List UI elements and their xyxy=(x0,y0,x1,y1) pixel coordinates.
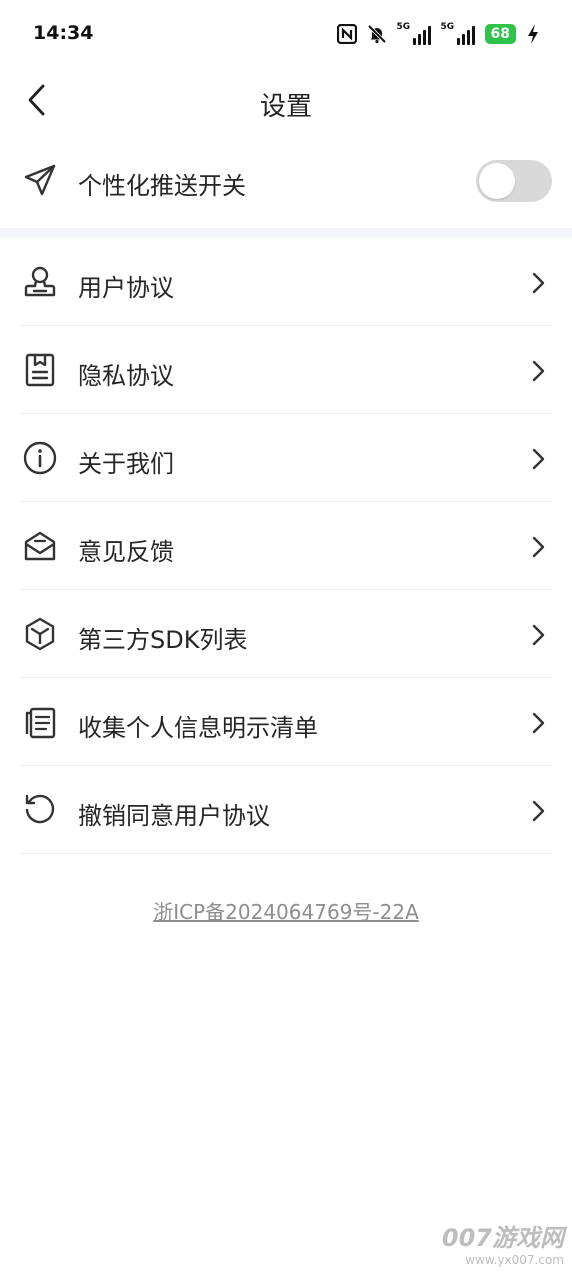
push-toggle-label: 个性化推送开关 xyxy=(78,172,246,200)
menu-item-label: 收集个人信息明示清单 xyxy=(78,714,318,742)
feedback-mail-icon xyxy=(24,531,56,561)
charging-icon xyxy=(528,24,538,44)
chevron-right-icon xyxy=(532,624,545,646)
page-title: 设置 xyxy=(259,92,312,122)
chevron-right-icon xyxy=(532,448,545,470)
icp-link[interactable]: 浙ICP备2024064769号-22A xyxy=(0,896,572,925)
menu-item-label: 隐私协议 xyxy=(78,362,174,390)
signal-icon: 5G xyxy=(440,22,475,45)
menu-item-label: 意见反馈 xyxy=(78,538,174,566)
watermark-brand: 007游戏网 xyxy=(441,1224,564,1252)
user-agreement-icon xyxy=(24,266,56,297)
menu-item-label: 关于我们 xyxy=(78,450,174,478)
status-time: 14:34 xyxy=(33,22,94,44)
menu-item-label: 撤销同意用户协议 xyxy=(78,802,270,830)
signal-icon: 5G xyxy=(396,22,431,45)
revoke-icon xyxy=(25,794,55,824)
status-icons: 5G 5G 68 xyxy=(336,20,540,48)
chevron-right-icon xyxy=(532,712,545,734)
header: 设置 xyxy=(0,68,572,134)
battery-icon: 68 xyxy=(484,24,516,44)
cube-icon xyxy=(25,617,55,651)
menu-item-privacy-agreement[interactable]: 隐私协议 xyxy=(0,326,572,414)
signal-tag: 5G xyxy=(396,22,411,32)
toggle-knob xyxy=(479,163,515,199)
signal-tag: 5G xyxy=(440,22,455,32)
paper-plane-icon xyxy=(24,164,56,196)
menu-item-third-party-sdk[interactable]: 第三方SDK列表 xyxy=(0,590,572,678)
push-toggle-row: 个性化推送开关 xyxy=(0,140,572,224)
menu-item-label: 第三方SDK列表 xyxy=(78,626,248,654)
settings-menu: 用户协议 隐私协议 关于我们 意见反馈 第三方SDK列表 收集个人信息明示清单 … xyxy=(0,238,572,854)
privacy-document-icon xyxy=(25,353,55,387)
document-list-icon xyxy=(25,707,56,739)
push-toggle-switch[interactable] xyxy=(476,160,552,202)
menu-item-feedback[interactable]: 意见反馈 xyxy=(0,502,572,590)
chevron-right-icon xyxy=(532,360,545,382)
chevron-right-icon xyxy=(532,800,545,822)
info-icon xyxy=(23,441,57,475)
menu-item-label: 用户协议 xyxy=(78,274,174,302)
chevron-right-icon xyxy=(532,272,545,294)
section-divider xyxy=(0,228,572,238)
menu-item-user-agreement[interactable]: 用户协议 xyxy=(0,238,572,326)
watermark: 007游戏网 www.yx007.com xyxy=(442,1218,564,1267)
menu-item-about-us[interactable]: 关于我们 xyxy=(0,414,572,502)
mute-icon xyxy=(367,24,386,44)
status-bar: 14:34 5G 5G 68 xyxy=(0,0,572,68)
nfc-icon xyxy=(336,24,357,44)
watermark-url: www.yx007.com xyxy=(465,1253,564,1267)
chevron-right-icon xyxy=(532,536,545,558)
menu-item-revoke-agreement[interactable]: 撤销同意用户协议 xyxy=(0,766,572,854)
menu-item-personal-info-list[interactable]: 收集个人信息明示清单 xyxy=(0,678,572,766)
